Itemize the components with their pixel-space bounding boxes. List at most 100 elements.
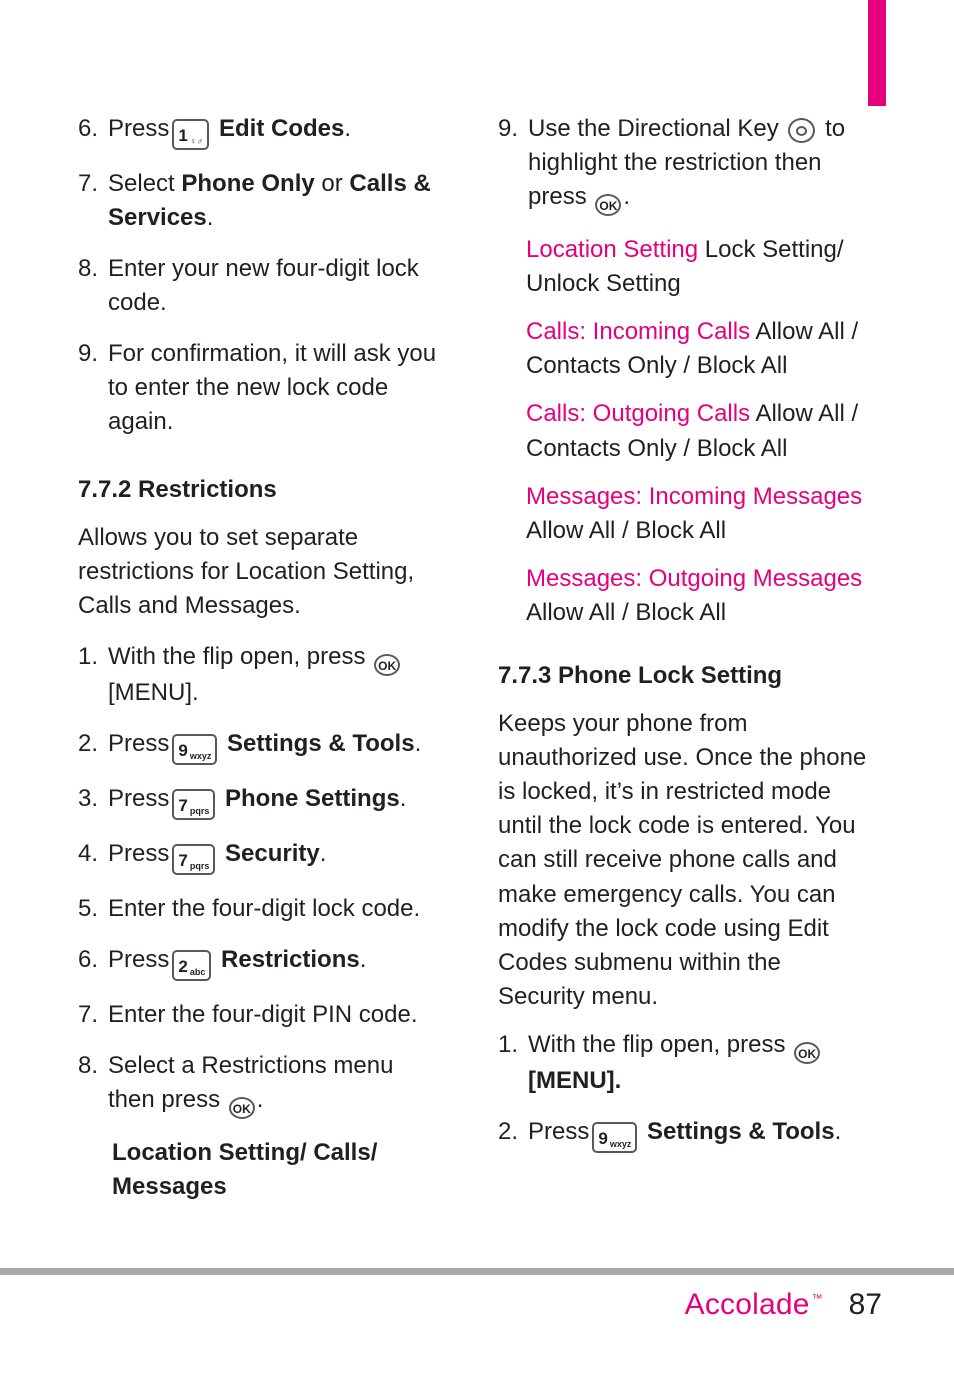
option-key: Calls: Outgoing Calls (526, 400, 751, 428)
option-key: Location Setting (526, 236, 699, 264)
left-column: 6. Press 1 ♀♂ Edit Codes. 7. Select Phone … (78, 112, 438, 1220)
key-digit: 1 (178, 126, 188, 145)
key-digit: 9 (598, 1128, 608, 1148)
list-item: 7. Enter the four-digit PIN code. (78, 998, 438, 1032)
trademark-symbol: ™ (811, 1293, 823, 1305)
step-text: Select (108, 170, 175, 197)
list-item-body: Use the Directional Key to highlight the… (528, 112, 873, 217)
list-item: 2. Press 9 wxyz Settings & Tools. (78, 727, 438, 766)
step-text-end: . (256, 1086, 264, 1114)
list-item-body: Press 2 abc Restrictions. (108, 943, 438, 982)
keypad-key-9: 9 wxyz (592, 1121, 638, 1153)
list-item-body: With the flip open, press OK [MENU]. (528, 1028, 873, 1098)
key-letters: abc (189, 967, 206, 978)
option-location-setting: Location Setting Lock Setting/ Unlock Se… (526, 233, 873, 301)
key-digit: 9 (178, 741, 188, 761)
section-intro-restrictions: Allows you to set separate restrictions … (78, 523, 415, 619)
step-text-end: [MENU]. (528, 1066, 622, 1094)
list-item-body: Enter the four-digit lock code. (108, 895, 421, 923)
section-heading-restrictions: 7.7.2 Restrictions (78, 475, 277, 503)
ok-key-icon: OK (228, 1097, 255, 1120)
list-item-body: Press 9 wxyz Settings & Tools. (528, 1115, 873, 1153)
list-item-number: 7. (78, 170, 99, 197)
list-item-body: For confirmation, it will ask you to ent… (108, 340, 437, 436)
section-intro-phone-lock: Keeps your phone from unauthorized use. … (498, 710, 867, 1010)
step-text: Press (108, 730, 170, 758)
step-text-mid: or (314, 170, 350, 197)
step-text-end: . (623, 183, 631, 211)
list-item-body: Press 7 pqrs Security. (108, 837, 438, 876)
step-text-end: . (834, 1117, 842, 1145)
option-value: Allow All / Block All (526, 516, 727, 544)
step-text: Press (108, 785, 170, 813)
list-item-body: Press 9 wxyz Settings & Tools. (108, 727, 438, 766)
step-text-end: [MENU]. (108, 678, 199, 706)
brand-name: Accolade (684, 1288, 810, 1321)
key-letters: wxyz (189, 751, 212, 762)
step-text: With the flip open, press (528, 1030, 786, 1058)
list-item-body: Press 7 pqrs Phone Settings. (108, 782, 438, 821)
menu-name: Settings & Tools (647, 1117, 835, 1145)
key-digit: 7 (178, 796, 188, 816)
step-text: Press (108, 840, 170, 868)
ok-key-icon: OK (374, 653, 401, 676)
list-item-body: With the flip open, press OK [MENU]. (108, 640, 438, 710)
list-item-number: 2. (498, 1117, 519, 1145)
page-footer: Accolade ™ 87 (685, 1288, 882, 1322)
list-item: 6. Press 1 ♀♂ Edit Codes. (78, 112, 438, 150)
keypad-key-7: 7 pqrs (172, 789, 216, 821)
step-text-end: . (359, 946, 367, 974)
list-item-number: 3. (78, 785, 99, 813)
list-item-number: 9. (498, 115, 519, 142)
list-item-number: 6. (78, 946, 99, 974)
key-digit: 2 (178, 957, 188, 977)
ok-key-icon: OK (794, 1041, 821, 1064)
list-item-number: 1. (78, 642, 99, 670)
list-item-number: 1. (498, 1030, 519, 1058)
option-key: Messages: Outgoing Messages (526, 564, 863, 592)
keypad-key-7: 7 pqrs (172, 844, 216, 876)
list-item-number: 5. (78, 895, 99, 923)
option-outgoing-calls: Calls: Outgoing Calls Allow All / Contac… (526, 397, 873, 465)
key-digit: 7 (178, 851, 188, 871)
list-item-number: 9. (78, 340, 99, 368)
step-text-end: . (319, 840, 327, 868)
list-item: 9. For confirmation, it will ask you to … (78, 337, 438, 439)
list-item-number: 4. (78, 840, 99, 868)
key-letters: ♀♂ (189, 136, 204, 146)
menu-name: Phone Only (181, 170, 315, 197)
list-item: 8. Select a Restrictions menu then press… (78, 1049, 438, 1120)
list-item-number: 2. (78, 730, 99, 758)
step-text-end: . (414, 730, 422, 758)
step-text: Press (108, 946, 170, 974)
ok-key-icon: OK (595, 194, 622, 217)
list-item: 1. With the flip open, press OK [MENU]. (498, 1028, 873, 1098)
list-item: 6. Press 2 abc Restrictions. (78, 943, 438, 982)
list-item: 3. Press 7 pqrs Phone Settings. (78, 782, 438, 821)
option-key: Messages: Incoming Messages (526, 482, 863, 510)
keypad-key-2: 2 abc (172, 950, 212, 982)
step-text-end: . (399, 785, 407, 813)
step-text-end: . (344, 115, 352, 142)
list-item-body: Enter your new four-digit lock code. (108, 255, 419, 317)
keypad-key-9: 9 wxyz (172, 734, 218, 766)
list-item-number: 8. (78, 1052, 99, 1080)
key-letters: wxyz (609, 1138, 632, 1149)
key-letters: pqrs (189, 861, 210, 872)
key-letters: pqrs (189, 806, 210, 817)
page-edge-tab (868, 0, 886, 106)
section-heading-phone-lock: 7.7.3 Phone Lock Setting (498, 661, 783, 689)
list-item: 8. Enter your new four-digit lock code. (78, 252, 438, 320)
footer-divider (0, 1268, 954, 1275)
option-incoming-messages: Messages: Incoming Messages Allow All / … (526, 480, 873, 548)
restrictions-submenu-list: Location Setting/ Calls/ Messages (112, 1139, 378, 1201)
directional-key-icon (788, 118, 816, 143)
document-page: 6. Press 1 ♀♂ Edit Codes. 7. Select Phone … (0, 0, 954, 1374)
list-item-body: Enter the four-digit PIN code. (108, 1001, 418, 1029)
list-item: 5. Enter the four-digit lock code. (78, 892, 438, 926)
list-item-body: Press 1 ♀♂ Edit Codes. (108, 112, 438, 150)
list-item-number: 6. (78, 115, 99, 142)
list-item: 2. Press 9 wxyz Settings & Tools. (498, 1115, 873, 1153)
keypad-key-1: 1 ♀♂ (172, 119, 210, 150)
option-incoming-calls: Calls: Incoming Calls Allow All / Contac… (526, 315, 873, 383)
